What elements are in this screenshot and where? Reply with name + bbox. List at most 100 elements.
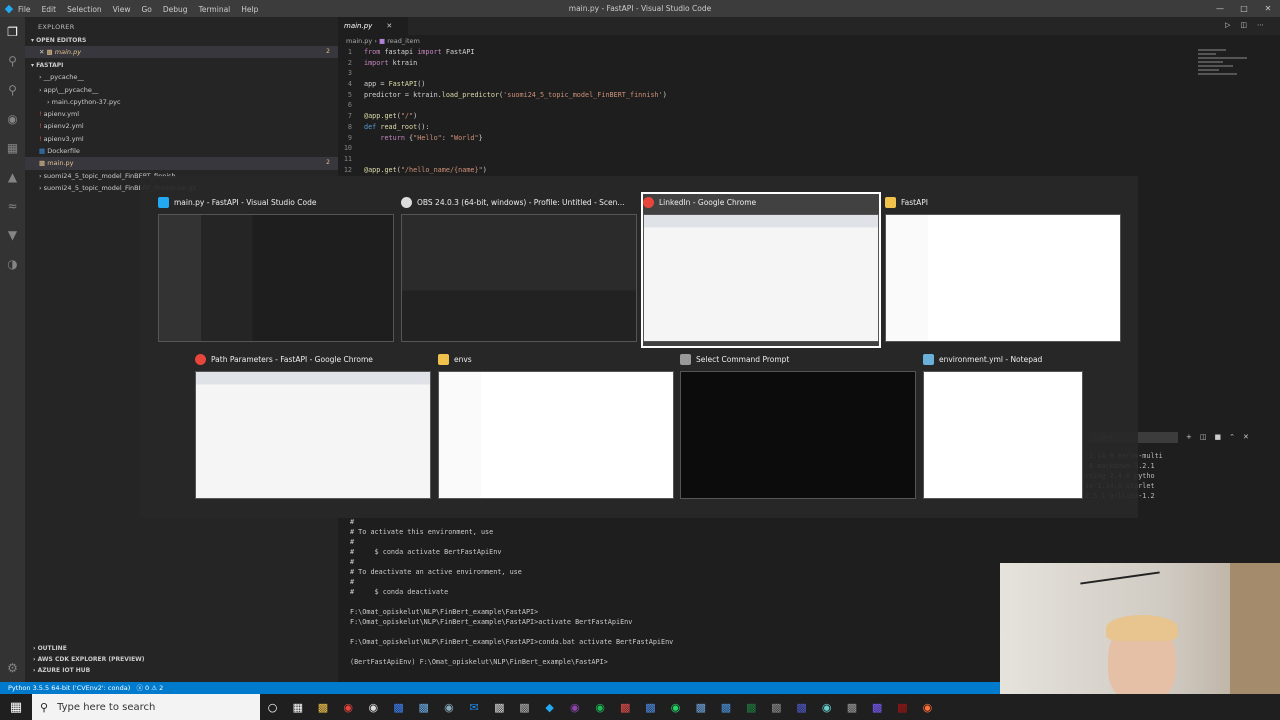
problems-indicator[interactable]: ⓧ 0 ⚠ 2 xyxy=(136,684,163,692)
app-icon[interactable]: ▩ xyxy=(411,694,436,720)
visual-studio-icon[interactable]: ▩ xyxy=(865,694,890,720)
switcher-window[interactable]: OBS 24.0.3 (64-bit, windows) - Profile: … xyxy=(401,194,637,346)
cmd-icon[interactable]: ▩ xyxy=(487,694,512,720)
tree-item[interactable]: › __pycache__ xyxy=(25,71,338,83)
menu-go[interactable]: Go xyxy=(141,5,151,14)
tree-item[interactable]: ! apienv3.yml xyxy=(25,133,338,145)
switcher-window[interactable]: environment.yml - Notepad xyxy=(923,351,1083,503)
onenote-icon[interactable]: ▩ xyxy=(890,694,915,720)
app-icon[interactable]: ◉ xyxy=(814,694,839,720)
app-icon[interactable]: ▩ xyxy=(713,694,738,720)
source-control-icon[interactable]: ⚲ xyxy=(0,75,25,104)
code-line[interactable]: 8 def read_root(): xyxy=(338,122,1178,133)
spotify-icon[interactable]: ◉ xyxy=(587,694,612,720)
aws-cdk-section[interactable]: › AWS CDK EXPLORER (PREVIEW) xyxy=(25,654,338,665)
tree-item[interactable]: › app\__pycache__ xyxy=(25,84,338,96)
switcher-window[interactable]: FastAPI xyxy=(885,194,1121,346)
tree-item[interactable]: ▦ Dockerfile xyxy=(25,145,338,157)
search-icon[interactable]: ⚲ xyxy=(0,46,25,75)
app-icon[interactable]: ▩ xyxy=(638,694,663,720)
python-interpreter[interactable]: Python 3.5.5 64-bit ('CVEnv2': conda) xyxy=(8,684,130,692)
menu-debug[interactable]: Debug xyxy=(163,5,188,14)
minimap[interactable] xyxy=(1198,47,1268,107)
open-editor-item[interactable]: ✕ ▩ main.py 2 xyxy=(25,46,338,59)
tree-item[interactable]: › main.cpython-37.pyc xyxy=(25,96,338,108)
open-editors-section[interactable]: ▾ OPEN EDITORS xyxy=(25,35,338,46)
debug-icon[interactable]: ◉ xyxy=(0,104,25,133)
app-icon[interactable]: ▩ xyxy=(839,694,864,720)
aws-icon[interactable]: ≈ xyxy=(0,191,25,220)
breadcrumb[interactable]: main.py › ■ read_item xyxy=(338,35,1280,47)
split-terminal-icon[interactable]: ◫ xyxy=(1200,433,1207,441)
firefox-icon[interactable]: ◉ xyxy=(915,694,940,720)
menu-edit[interactable]: Edit xyxy=(42,5,57,14)
extensions-icon[interactable]: ▦ xyxy=(0,133,25,162)
code-line[interactable]: 7 @app.get("/") xyxy=(338,111,1178,122)
menu-file[interactable]: File xyxy=(18,5,31,14)
whatsapp-icon[interactable]: ◉ xyxy=(663,694,688,720)
minimize-button[interactable]: — xyxy=(1208,0,1232,17)
code-line[interactable]: 6 xyxy=(338,100,1178,111)
maximize-panel-icon[interactable]: ⌃ xyxy=(1229,433,1235,441)
mail-icon[interactable]: ✉ xyxy=(462,694,487,720)
menu-selection[interactable]: Selection xyxy=(67,5,102,14)
app-icon[interactable]: ▩ xyxy=(512,694,537,720)
close-tab-icon[interactable]: ✕ xyxy=(386,22,392,30)
run-icon[interactable]: ▷ xyxy=(1225,21,1230,29)
maximize-button[interactable]: □ xyxy=(1232,0,1256,17)
window-thumbnail xyxy=(923,371,1083,499)
word-icon[interactable]: ▩ xyxy=(386,694,411,720)
code-line[interactable]: 3 xyxy=(338,68,1178,79)
switcher-window[interactable]: main.py - FastAPI - Visual Studio Code xyxy=(158,194,394,346)
switcher-window[interactable]: envs xyxy=(438,351,674,503)
more-actions-icon[interactable]: ⋯ xyxy=(1257,21,1264,29)
cortana-icon[interactable]: ○ xyxy=(260,694,285,720)
explorer-icon[interactable]: ❐ xyxy=(0,17,25,46)
azure-iot-section[interactable]: › AZURE IOT HUB xyxy=(25,665,338,676)
chrome-icon[interactable]: ◉ xyxy=(336,694,361,720)
code-line[interactable]: 9 return {"Hello": "World"} xyxy=(338,133,1178,144)
tree-item[interactable]: ! apienv.yml xyxy=(25,108,338,120)
menu-view[interactable]: View xyxy=(113,5,131,14)
tab-main-py[interactable]: main.py ✕ xyxy=(338,17,408,35)
folder-section[interactable]: ▾ FASTAPI xyxy=(25,60,338,71)
code-line[interactable]: 4 app = FastAPI() xyxy=(338,79,1178,90)
outline-section[interactable]: › OUTLINE xyxy=(25,643,338,654)
docker-icon[interactable]: ◑ xyxy=(0,249,25,278)
file-explorer-icon[interactable]: ▩ xyxy=(310,694,335,720)
taskbar-search[interactable]: ⚲ Type here to search xyxy=(32,694,260,720)
teams-icon[interactable]: ▩ xyxy=(789,694,814,720)
app-icon[interactable]: ◉ xyxy=(436,694,461,720)
code-editor[interactable]: 1 from fastapi import FastAPI 2 import ktra… xyxy=(338,47,1178,175)
azure-icon[interactable]: ▲ xyxy=(0,162,25,191)
tree-item[interactable]: ! apienv2.yml xyxy=(25,120,338,132)
code-line[interactable]: 11 xyxy=(338,154,1178,165)
switcher-window[interactable]: Path Parameters - FastAPI - Google Chrom… xyxy=(195,351,431,503)
trash-icon[interactable]: ■ xyxy=(1215,433,1222,441)
obs-icon[interactable]: ◉ xyxy=(361,694,386,720)
menu-help[interactable]: Help xyxy=(241,5,258,14)
task-view-icon[interactable]: ▦ xyxy=(285,694,310,720)
excel-icon[interactable]: ▩ xyxy=(739,694,764,720)
code-line[interactable]: 10 xyxy=(338,143,1178,154)
new-terminal-icon[interactable]: + xyxy=(1186,433,1192,441)
tree-item[interactable]: ▩ main.py 2 xyxy=(25,157,338,170)
menu-terminal[interactable]: Terminal xyxy=(199,5,231,14)
settings-gear-icon[interactable]: ⚙ xyxy=(0,653,25,682)
start-windows-icon[interactable]: ▦ xyxy=(0,694,32,720)
switcher-window[interactable]: LinkedIn - Google Chrome xyxy=(641,192,881,348)
code-line[interactable]: 12 @app.get("/hello_name/{name}") xyxy=(338,165,1178,176)
close-button[interactable]: ✕ xyxy=(1256,0,1280,17)
vscode-icon[interactable]: ◆ xyxy=(537,694,562,720)
close-panel-icon[interactable]: ✕ xyxy=(1243,433,1249,441)
app-icon[interactable]: ▩ xyxy=(764,694,789,720)
app-icon[interactable]: ▩ xyxy=(613,694,638,720)
deploy-icon[interactable]: ▼ xyxy=(0,220,25,249)
code-line[interactable]: 1 from fastapi import FastAPI xyxy=(338,47,1178,58)
switcher-window[interactable]: Select Command Prompt xyxy=(680,351,916,503)
app-icon[interactable]: ◉ xyxy=(562,694,587,720)
app-icon[interactable]: ▩ xyxy=(688,694,713,720)
code-line[interactable]: 5 predictor = ktrain.load_predictor('suom… xyxy=(338,90,1178,101)
code-line[interactable]: 2 import ktrain xyxy=(338,58,1178,69)
split-editor-icon[interactable]: ◫ xyxy=(1240,21,1247,29)
